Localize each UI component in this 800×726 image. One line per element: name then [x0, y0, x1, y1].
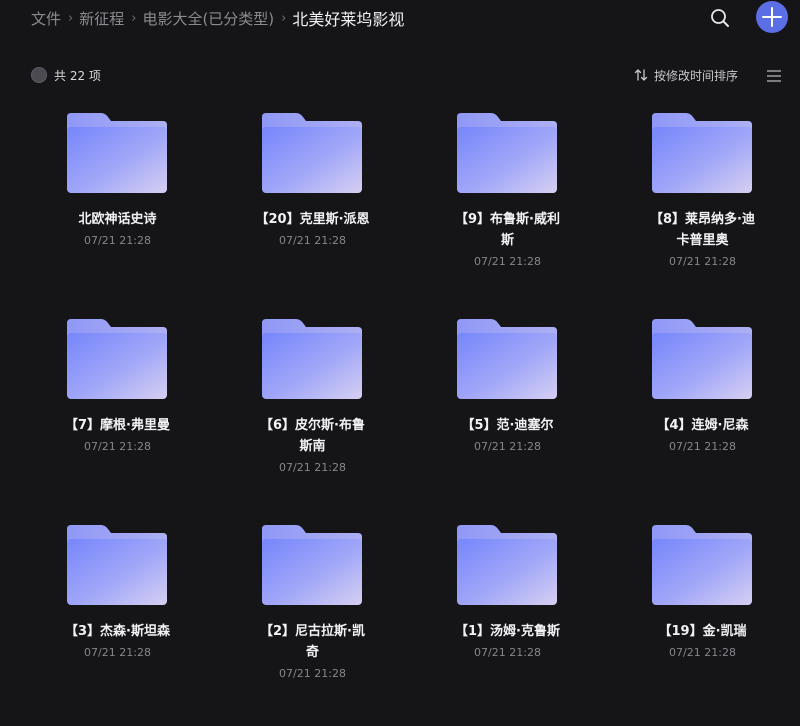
top-bar: 文件 › 新征程 › 电影大全(已分类型) › 北美好莱坞影视 — [0, 0, 800, 36]
folder-modified-date: 07/21 21:28 — [279, 667, 346, 680]
folder-modified-date: 07/21 21:28 — [279, 234, 346, 247]
folder-icon — [262, 525, 362, 605]
folder-name: 【8】莱昂纳多·迪卡普里奥 — [650, 212, 755, 248]
folder-modified-date: 07/21 21:28 — [84, 440, 151, 453]
folder-item[interactable]: 【1】汤姆·克鲁斯 07/21 21:28 — [410, 520, 605, 726]
folder-name: 【2】尼古拉斯·凯奇 — [260, 624, 365, 660]
folder-icon — [457, 525, 557, 605]
folder-item[interactable]: 【8】莱昂纳多·迪卡普里奥 07/21 21:28 — [605, 108, 800, 314]
folder-name: 【19】金·凯瑞 — [658, 624, 747, 639]
folder-item[interactable]: 【3】杰森·斯坦森 07/21 21:28 — [20, 520, 215, 726]
folder-name: 【4】连姆·尼森 — [656, 418, 749, 433]
folder-icon — [652, 113, 752, 193]
folder-item[interactable]: 【19】金·凯瑞 07/21 21:28 — [605, 520, 800, 726]
folder-item[interactable]: 【4】连姆·尼森 07/21 21:28 — [605, 314, 800, 520]
folder-item[interactable]: 【9】布鲁斯·威利斯 07/21 21:28 — [410, 108, 605, 314]
sort-label: 按修改时间排序 — [654, 68, 739, 83]
plus-icon — [762, 7, 782, 27]
folder-modified-date: 07/21 21:28 — [474, 646, 541, 659]
folder-item[interactable]: 【7】摩根·弗里曼 07/21 21:28 — [20, 314, 215, 520]
item-count: 共 22 项 — [54, 69, 101, 83]
breadcrumb-item-files[interactable]: 文件 — [31, 8, 61, 29]
folder-item[interactable]: 【2】尼古拉斯·凯奇 07/21 21:28 — [215, 520, 410, 726]
sort-button[interactable]: 按修改时间排序 — [634, 66, 738, 84]
add-button[interactable] — [756, 1, 788, 33]
search-button[interactable] — [708, 6, 732, 30]
folder-icon — [67, 319, 167, 399]
folder-icon — [457, 113, 557, 193]
folder-name: 【9】布鲁斯·威利斯 — [455, 212, 560, 248]
search-icon — [711, 9, 729, 27]
folder-icon — [652, 525, 752, 605]
folder-icon — [652, 319, 752, 399]
folder-item[interactable]: 【5】范·迪塞尔 07/21 21:28 — [410, 314, 605, 520]
folder-grid: 北欧神话史诗 07/21 21:28 【20】克里斯·派恩 07/21 21:2 — [20, 108, 800, 726]
folder-name: 【5】范·迪塞尔 — [461, 418, 554, 433]
folder-name: 北欧神话史诗 — [78, 212, 157, 227]
folder-modified-date: 07/21 21:28 — [279, 461, 346, 474]
folder-icon — [67, 525, 167, 605]
folder-modified-date: 07/21 21:28 — [474, 255, 541, 268]
folder-name: 【3】杰森·斯坦森 — [65, 624, 170, 639]
folder-item[interactable]: 【20】克里斯·派恩 07/21 21:28 — [215, 108, 410, 314]
chevron-right-icon: › — [131, 10, 137, 26]
folder-modified-date: 07/21 21:28 — [669, 255, 736, 268]
folder-item[interactable]: 北欧神话史诗 07/21 21:28 — [20, 108, 215, 314]
breadcrumb-item-movies[interactable]: 电影大全(已分类型) — [142, 8, 274, 29]
folder-icon — [262, 113, 362, 193]
view-toggle-button[interactable] — [766, 68, 782, 82]
sort-arrows-icon — [634, 69, 648, 81]
folder-name: 【20】克里斯·派恩 — [255, 212, 370, 227]
list-view-icon — [767, 70, 781, 82]
breadcrumb-item-new-journey[interactable]: 新征程 — [79, 8, 124, 29]
folder-modified-date: 07/21 21:28 — [669, 646, 736, 659]
folder-item[interactable]: 【6】皮尔斯·布鲁斯南 07/21 21:28 — [215, 314, 410, 520]
folder-icon — [457, 319, 557, 399]
folder-modified-date: 07/21 21:28 — [669, 440, 736, 453]
chevron-right-icon: › — [281, 10, 287, 26]
folder-modified-date: 07/21 21:28 — [474, 440, 541, 453]
breadcrumb-item-current: 北美好莱坞影视 — [292, 10, 405, 29]
folder-name: 【6】皮尔斯·布鲁斯南 — [260, 418, 365, 454]
folder-icon — [262, 319, 362, 399]
chevron-right-icon: › — [68, 10, 74, 26]
select-all-radio[interactable] — [31, 67, 47, 83]
folder-name: 【1】汤姆·克鲁斯 — [455, 624, 560, 639]
folder-name: 【7】摩根·弗里曼 — [65, 418, 170, 433]
folder-icon — [67, 113, 167, 193]
folder-modified-date: 07/21 21:28 — [84, 646, 151, 659]
list-toolbar: 共 22 项 按修改时间排序 — [0, 62, 800, 88]
breadcrumb: 文件 › 新征程 › 电影大全(已分类型) › 北美好莱坞影视 — [31, 6, 404, 30]
folder-modified-date: 07/21 21:28 — [84, 234, 151, 247]
